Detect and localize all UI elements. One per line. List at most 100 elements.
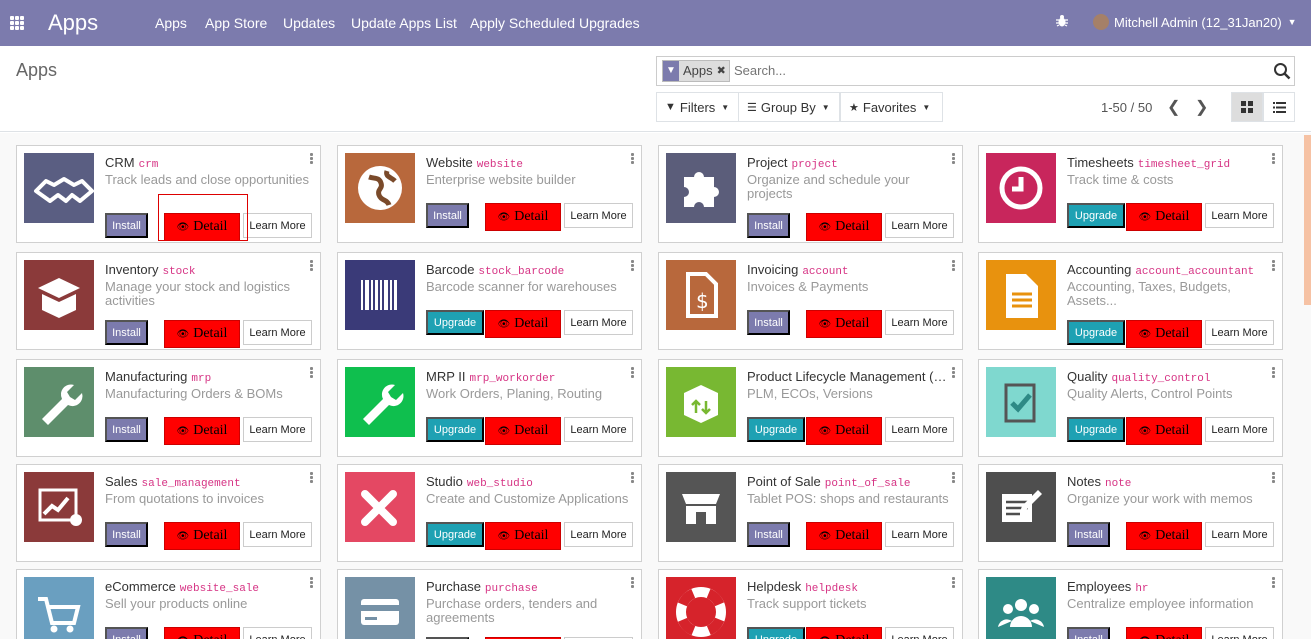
detail-button[interactable]: 👁Detail — [485, 203, 561, 231]
app-card[interactable]: eCommerce website_sale Sell your products … — [16, 569, 321, 639]
kebab-menu-icon[interactable] — [631, 577, 634, 588]
app-card[interactable]: Website website Enterprise website builder… — [337, 145, 642, 243]
user-menu[interactable]: Mitchell Admin (12_31Jan20) ▼ — [1093, 14, 1297, 30]
kebab-menu-icon[interactable] — [1272, 260, 1275, 271]
kebab-menu-icon[interactable] — [952, 153, 955, 164]
kebab-menu-icon[interactable] — [952, 260, 955, 271]
upgrade-button[interactable]: Upgrade — [1067, 320, 1125, 345]
kebab-menu-icon[interactable] — [310, 367, 313, 378]
kebab-menu-icon[interactable] — [631, 472, 634, 483]
menu-updates[interactable]: Updates — [283, 15, 335, 31]
learn-more-button[interactable]: Learn More — [885, 417, 954, 442]
install-button[interactable]: Install — [747, 522, 790, 547]
learn-more-button[interactable]: Learn More — [1205, 203, 1274, 228]
app-card[interactable]: Inventory stock Manage your stock and logi… — [16, 252, 321, 350]
kebab-menu-icon[interactable] — [952, 472, 955, 483]
app-card[interactable]: Quality quality_control Quality Alerts, Co… — [978, 359, 1283, 457]
app-card[interactable]: Product Lifecycle Management (PLM) PLM, E… — [658, 359, 963, 457]
pager-previous-icon[interactable]: ❮ — [1167, 97, 1180, 117]
app-card[interactable]: $ Invoicing account Invoices & Payments Inst… — [658, 252, 963, 350]
upgrade-button[interactable]: Upgrade — [426, 522, 484, 547]
detail-button[interactable]: 👁Detail — [164, 627, 240, 639]
upgrade-button[interactable]: Upgrade — [426, 310, 484, 335]
install-button[interactable]: Install — [747, 213, 790, 238]
learn-more-button[interactable]: Learn More — [885, 213, 954, 238]
search-input[interactable] — [734, 63, 1234, 78]
list-view-button[interactable] — [1263, 92, 1295, 122]
menu-apps[interactable]: Apps — [155, 15, 187, 31]
install-button[interactable]: Install — [426, 203, 469, 228]
app-brand[interactable]: Apps — [48, 10, 98, 36]
app-card[interactable]: Notes note Organize your work with memos In… — [978, 464, 1283, 562]
app-card[interactable]: Manufacturing mrp Manufacturing Orders & B… — [16, 359, 321, 457]
learn-more-button[interactable]: Learn More — [1205, 522, 1274, 547]
scrollbar[interactable] — [1304, 135, 1311, 305]
app-card[interactable]: Accounting account_accountant Accounting, … — [978, 252, 1283, 350]
install-button[interactable]: Install — [747, 310, 790, 335]
kebab-menu-icon[interactable] — [631, 260, 634, 271]
kebab-menu-icon[interactable] — [310, 577, 313, 588]
learn-more-button[interactable]: Learn More — [243, 522, 312, 547]
learn-more-button[interactable]: Learn More — [885, 310, 954, 335]
learn-more-button[interactable]: Learn More — [1205, 627, 1274, 639]
detail-button[interactable]: 👁Detail — [164, 522, 240, 550]
detail-button[interactable]: 👁Detail — [485, 310, 561, 338]
pager-value[interactable]: 1-50 / 50 — [1101, 100, 1152, 115]
learn-more-button[interactable]: Learn More — [564, 417, 633, 442]
install-button[interactable]: Install — [105, 627, 148, 639]
remove-facet-icon[interactable]: ✖ — [716, 61, 729, 81]
upgrade-button[interactable]: Upgrade — [1067, 203, 1125, 228]
kebab-menu-icon[interactable] — [952, 367, 955, 378]
search-icon[interactable] — [1273, 62, 1291, 80]
detail-button[interactable]: 👁Detail — [164, 417, 240, 445]
app-card[interactable]: Employees hr Centralize employee informati… — [978, 569, 1283, 639]
menu-apply-scheduled-upgrades[interactable]: Apply Scheduled Upgrades — [470, 15, 640, 31]
learn-more-button[interactable]: Learn More — [885, 522, 954, 547]
detail-button[interactable]: 👁Detail — [806, 213, 882, 241]
install-button[interactable]: Install — [105, 213, 148, 238]
kebab-menu-icon[interactable] — [1272, 577, 1275, 588]
app-card[interactable]: Point of Sale point_of_sale Tablet POS: sh… — [658, 464, 963, 562]
detail-button[interactable]: 👁Detail — [164, 320, 240, 348]
detail-button[interactable]: 👁Detail — [1126, 320, 1202, 348]
learn-more-button[interactable]: Learn More — [564, 310, 633, 335]
kebab-menu-icon[interactable] — [310, 472, 313, 483]
menu-app-store[interactable]: App Store — [205, 15, 267, 31]
detail-button[interactable]: 👁Detail — [1126, 522, 1202, 550]
kanban-view-button[interactable] — [1231, 92, 1263, 122]
detail-button[interactable]: 👁Detail — [806, 522, 882, 550]
install-button[interactable]: Install — [105, 417, 148, 442]
app-grid-icon[interactable] — [10, 16, 24, 30]
install-button[interactable]: Install — [105, 522, 148, 547]
upgrade-button[interactable]: Upgrade — [426, 417, 484, 442]
learn-more-button[interactable]: Learn More — [243, 417, 312, 442]
learn-more-button[interactable]: Learn More — [243, 213, 312, 238]
app-card[interactable]: Helpdeskhelpdesk Track support tickets Upg… — [658, 569, 963, 639]
install-button[interactable]: Install — [105, 320, 148, 345]
install-button[interactable]: Install — [1067, 627, 1110, 639]
app-card[interactable]: Timesheets timesheet_grid Track time & cos… — [978, 145, 1283, 243]
upgrade-button[interactable]: Upgrade — [747, 417, 805, 442]
learn-more-button[interactable]: Learn More — [243, 320, 312, 345]
kebab-menu-icon[interactable] — [631, 367, 634, 378]
favorites-button[interactable]: ★ Favorites ▼ — [840, 92, 943, 122]
filters-button[interactable]: ▼ Filters ▼ — [656, 92, 739, 122]
app-card[interactable]: MRP II mrp_workorder Work Orders, Planing,… — [337, 359, 642, 457]
learn-more-button[interactable]: Learn More — [564, 203, 633, 228]
learn-more-button[interactable]: Learn More — [885, 627, 954, 639]
app-card[interactable]: Project project Organize and schedule your… — [658, 145, 963, 243]
menu-update-apps-list[interactable]: Update Apps List — [351, 15, 457, 31]
learn-more-button[interactable]: Learn More — [243, 627, 312, 639]
app-card[interactable]: Barcode stock_barcode Barcode scanner for … — [337, 252, 642, 350]
learn-more-button[interactable]: Learn More — [1205, 417, 1274, 442]
detail-button[interactable]: 👁Detail — [806, 310, 882, 338]
kebab-menu-icon[interactable] — [310, 153, 313, 164]
kebab-menu-icon[interactable] — [310, 260, 313, 271]
app-card[interactable]: Studio web_studio Create and Customize App… — [337, 464, 642, 562]
upgrade-button[interactable]: Upgrade — [747, 627, 805, 639]
kebab-menu-icon[interactable] — [952, 577, 955, 588]
detail-button[interactable]: 👁Detail — [1126, 417, 1202, 445]
detail-button[interactable]: 👁Detail — [806, 627, 882, 639]
detail-button[interactable]: 👁Detail — [1126, 627, 1202, 639]
detail-button[interactable]: 👁Detail — [806, 417, 882, 445]
